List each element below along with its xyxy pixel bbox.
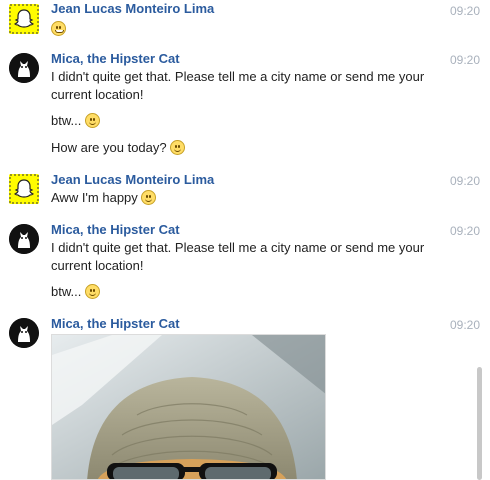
- sender-name[interactable]: Jean Lucas Monteiro Lima: [51, 1, 214, 16]
- smiling-face-icon: [170, 140, 186, 155]
- message-timestamp: 09:20: [449, 224, 480, 238]
- message-timestamp: 09:20: [449, 318, 480, 332]
- message-text: btw...: [51, 283, 441, 301]
- message-text: btw...: [51, 112, 441, 130]
- chat-history[interactable]: Jean Lucas Monteiro Lima 09:20 Mica, the…: [0, 0, 482, 480]
- avatar[interactable]: [9, 318, 39, 348]
- avatar[interactable]: [9, 224, 39, 254]
- smiling-face-icon: [84, 284, 100, 299]
- hipster-cat-icon: [9, 53, 39, 83]
- sender-name[interactable]: Mica, the Hipster Cat: [51, 222, 180, 237]
- avatar[interactable]: [9, 53, 39, 83]
- grinning-face-icon: [51, 21, 66, 36]
- message-timestamp: 09:20: [449, 4, 480, 18]
- hipster-cat-photo: [52, 335, 325, 479]
- sender-name[interactable]: Jean Lucas Monteiro Lima: [51, 172, 214, 187]
- message-text: I didn't quite get that. Please tell me …: [51, 69, 425, 102]
- avatar[interactable]: [9, 4, 39, 34]
- message-timestamp: 09:20: [449, 53, 480, 67]
- message-text: [51, 20, 441, 38]
- message-text: Aww I'm happy: [51, 189, 441, 207]
- sender-name[interactable]: Mica, the Hipster Cat: [51, 51, 180, 66]
- sender-name[interactable]: Mica, the Hipster Cat: [51, 316, 180, 331]
- message-text: I didn't quite get that. Please tell me …: [51, 240, 425, 273]
- smiling-face-icon: [141, 190, 157, 205]
- snapchat-ghost-icon: [9, 4, 39, 34]
- smiling-face-icon: [84, 113, 100, 128]
- scrollbar[interactable]: [477, 367, 482, 480]
- message-text: How are you today?: [51, 139, 441, 157]
- message-timestamp: 09:20: [449, 174, 480, 188]
- hipster-cat-icon: [9, 318, 39, 348]
- photo-attachment[interactable]: [51, 334, 326, 480]
- snapchat-ghost-icon: [9, 174, 39, 204]
- avatar[interactable]: [9, 174, 39, 204]
- hipster-cat-icon: [9, 224, 39, 254]
